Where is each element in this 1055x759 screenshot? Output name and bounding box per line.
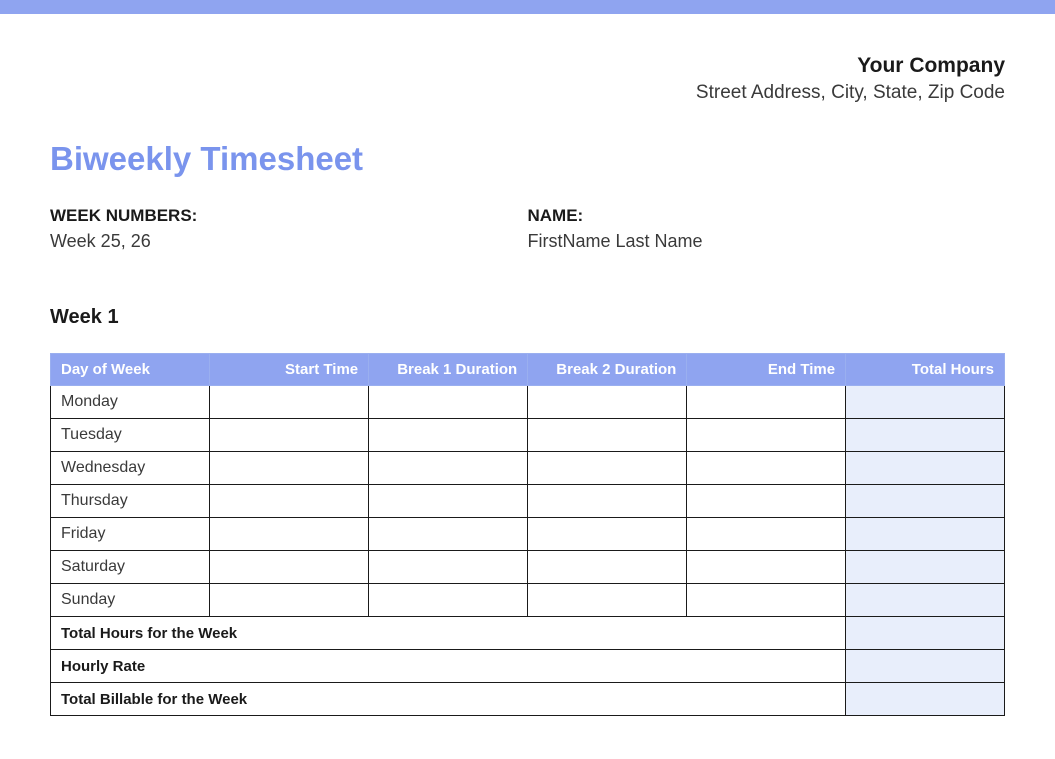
total-cell <box>846 419 1005 452</box>
day-cell: Wednesday <box>51 452 210 485</box>
start-cell[interactable] <box>210 419 369 452</box>
week-numbers-label: WEEK NUMBERS: <box>50 206 528 226</box>
day-cell: Monday <box>51 386 210 419</box>
col-header-start: Start Time <box>210 354 369 386</box>
break2-cell[interactable] <box>528 518 687 551</box>
table-row: Saturday <box>51 551 1005 584</box>
name-block: NAME: FirstName Last Name <box>528 206 1006 252</box>
break2-cell[interactable] <box>528 485 687 518</box>
summary-row-total-billable: Total Billable for the Week <box>51 683 1005 716</box>
week-heading: Week 1 <box>0 252 1055 329</box>
total-cell <box>846 518 1005 551</box>
total-cell <box>846 386 1005 419</box>
break2-cell[interactable] <box>528 551 687 584</box>
info-section: WEEK NUMBERS: Week 25, 26 NAME: FirstNam… <box>0 178 1055 252</box>
day-cell: Saturday <box>51 551 210 584</box>
day-cell: Friday <box>51 518 210 551</box>
table-body: Monday Tuesday Wednesday Thursday <box>51 386 1005 716</box>
total-hours-value <box>846 617 1005 650</box>
end-cell[interactable] <box>687 551 846 584</box>
day-cell: Tuesday <box>51 419 210 452</box>
table-row: Monday <box>51 386 1005 419</box>
name-label: NAME: <box>528 206 1006 226</box>
col-header-end: End Time <box>687 354 846 386</box>
table-row: Tuesday <box>51 419 1005 452</box>
end-cell[interactable] <box>687 518 846 551</box>
week-numbers-value: Week 25, 26 <box>50 231 528 252</box>
hourly-rate-value[interactable] <box>846 650 1005 683</box>
break2-cell[interactable] <box>528 419 687 452</box>
break2-cell[interactable] <box>528 584 687 617</box>
end-cell[interactable] <box>687 452 846 485</box>
total-billable-label: Total Billable for the Week <box>51 683 846 716</box>
total-cell <box>846 584 1005 617</box>
col-header-total: Total Hours <box>846 354 1005 386</box>
break1-cell[interactable] <box>369 584 528 617</box>
start-cell[interactable] <box>210 452 369 485</box>
top-accent-bar <box>0 0 1055 14</box>
col-header-break2: Break 2 Duration <box>528 354 687 386</box>
company-address: Street Address, City, State, Zip Code <box>50 82 1005 104</box>
start-cell[interactable] <box>210 485 369 518</box>
page-title: Biweekly Timesheet <box>50 140 1005 178</box>
total-hours-label: Total Hours for the Week <box>51 617 846 650</box>
col-header-day: Day of Week <box>51 354 210 386</box>
name-value: FirstName Last Name <box>528 231 1006 252</box>
day-cell: Sunday <box>51 584 210 617</box>
total-billable-value <box>846 683 1005 716</box>
total-cell <box>846 485 1005 518</box>
end-cell[interactable] <box>687 419 846 452</box>
end-cell[interactable] <box>687 386 846 419</box>
week-numbers-block: WEEK NUMBERS: Week 25, 26 <box>50 206 528 252</box>
table-row: Wednesday <box>51 452 1005 485</box>
table-header-row: Day of Week Start Time Break 1 Duration … <box>51 354 1005 386</box>
company-header: Your Company Street Address, City, State… <box>0 14 1055 104</box>
day-cell: Thursday <box>51 485 210 518</box>
title-section: Biweekly Timesheet <box>0 104 1055 178</box>
break1-cell[interactable] <box>369 419 528 452</box>
start-cell[interactable] <box>210 518 369 551</box>
summary-row-hourly-rate: Hourly Rate <box>51 650 1005 683</box>
start-cell[interactable] <box>210 386 369 419</box>
break1-cell[interactable] <box>369 551 528 584</box>
end-cell[interactable] <box>687 485 846 518</box>
table-row: Thursday <box>51 485 1005 518</box>
end-cell[interactable] <box>687 584 846 617</box>
table-row: Sunday <box>51 584 1005 617</box>
timesheet-table: Day of Week Start Time Break 1 Duration … <box>50 353 1005 716</box>
break1-cell[interactable] <box>369 485 528 518</box>
company-name: Your Company <box>50 54 1005 78</box>
break1-cell[interactable] <box>369 386 528 419</box>
start-cell[interactable] <box>210 584 369 617</box>
hourly-rate-label: Hourly Rate <box>51 650 846 683</box>
total-cell <box>846 551 1005 584</box>
col-header-break1: Break 1 Duration <box>369 354 528 386</box>
break2-cell[interactable] <box>528 386 687 419</box>
table-row: Friday <box>51 518 1005 551</box>
total-cell <box>846 452 1005 485</box>
summary-row-total-hours: Total Hours for the Week <box>51 617 1005 650</box>
break1-cell[interactable] <box>369 452 528 485</box>
break2-cell[interactable] <box>528 452 687 485</box>
start-cell[interactable] <box>210 551 369 584</box>
break1-cell[interactable] <box>369 518 528 551</box>
